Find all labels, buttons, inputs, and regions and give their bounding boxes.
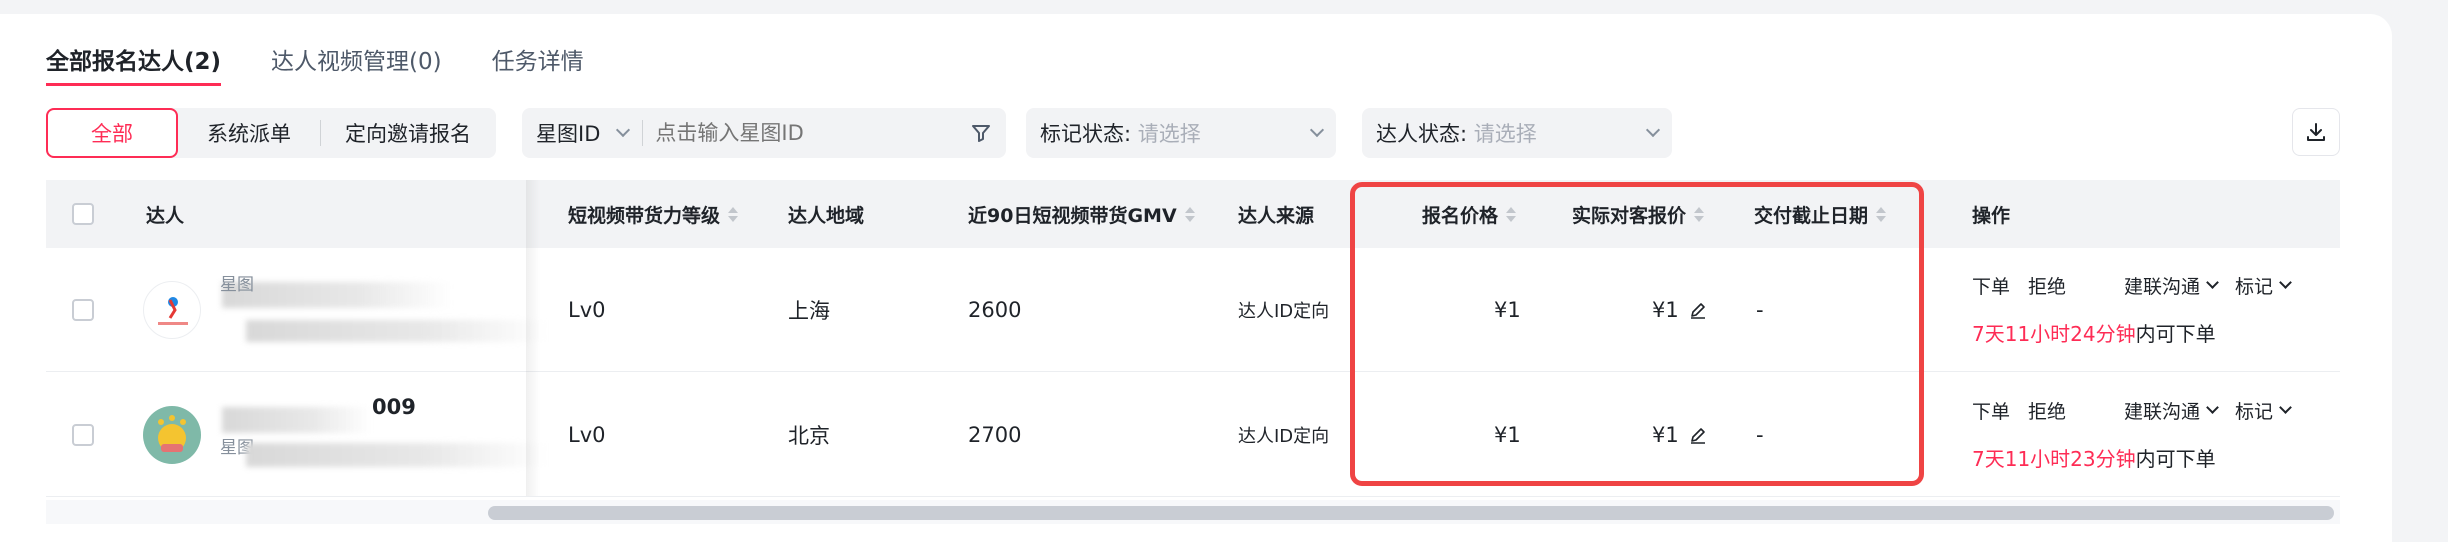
price-columns-highlight — [1350, 182, 1924, 486]
col-region: 达人地域 — [788, 204, 865, 227]
gmv-value: 2700 — [968, 422, 1022, 447]
filter-icon[interactable] — [970, 122, 992, 144]
mark-status-placeholder: 请选择 — [1137, 122, 1201, 146]
creator-status-select[interactable]: 达人状态: 请选择 — [1362, 108, 1672, 158]
row-checkbox[interactable] — [72, 423, 94, 446]
order-button[interactable]: 下单 — [1972, 397, 2010, 424]
tab-all-creators[interactable]: 全部报名达人(2) — [46, 42, 222, 86]
chevron-down-icon — [2206, 276, 2219, 289]
col-creator: 达人 — [146, 204, 185, 227]
chevron-down-icon — [1309, 122, 1325, 138]
order-deadline-note: 7天11小时24分钟 内可下单 — [1972, 318, 2216, 347]
creator-name-suffix: 009 — [372, 395, 416, 419]
redacted-name — [222, 407, 372, 433]
redacted-id — [246, 320, 546, 342]
segment-system-dispatch[interactable]: 系统派单 — [178, 108, 320, 158]
region-value: 上海 — [788, 298, 830, 323]
level-value: Lv0 — [568, 297, 606, 322]
countdown-text: 7天11小时24分钟 — [1972, 322, 2136, 346]
table-row: 星图 Lv0 上海 2600 达人ID定向 ¥1 ¥1 - 下单 拒绝 建联沟通… — [46, 248, 2340, 372]
sort-icon — [1184, 206, 1195, 222]
col-source: 达人来源 — [1238, 204, 1315, 227]
horizontal-scrollbar[interactable] — [46, 500, 2340, 524]
creator-status-label: 达人状态: — [1376, 122, 1468, 146]
source-value: 达人ID定向 — [1238, 300, 1330, 322]
mark-dropdown[interactable]: 标记 — [2235, 272, 2292, 299]
creator-status-placeholder: 请选择 — [1473, 122, 1537, 146]
tab-video-management[interactable]: 达人视频管理(0) — [271, 42, 442, 86]
col-level[interactable]: 短视频带货力等级 — [568, 180, 739, 248]
segment-targeted-invite[interactable]: 定向邀请报名 — [321, 108, 495, 158]
row-checkbox[interactable] — [72, 298, 94, 321]
redacted-name — [222, 282, 452, 308]
row-actions: 下单 拒绝 建联沟通 标记 — [1972, 397, 2292, 424]
table-row: 009 星图 Lv0 北京 2700 达人ID定向 ¥1 ¥1 - 下单 拒绝 … — [46, 373, 2340, 497]
countdown-suffix: 内可下单 — [2135, 322, 2216, 346]
col-level-label: 短视频带货力等级 — [568, 204, 721, 227]
scrollbar-thumb[interactable] — [488, 506, 2334, 520]
countdown-text: 7天11小时23分钟 — [1972, 447, 2136, 471]
mark-status-label: 标记状态: — [1040, 122, 1132, 146]
region-value: 北京 — [788, 423, 830, 448]
download-button[interactable] — [2292, 108, 2340, 156]
avatar[interactable] — [143, 281, 201, 339]
creator-id-prefix: 星图 — [220, 275, 254, 295]
col-gmv[interactable]: 近90日短视频带货GMV — [968, 180, 1195, 248]
segment-all[interactable]: 全部 — [46, 108, 178, 158]
reject-button[interactable]: 拒绝 — [2028, 272, 2066, 299]
table-header: 达人 短视频带货力等级 达人地域 近90日短视频带货GMV 达人来源 报名价格 … — [46, 180, 2340, 248]
col-actions: 操作 — [1972, 204, 2011, 227]
chevron-down-icon — [616, 122, 631, 138]
mark-status-select[interactable]: 标记状态: 请选择 — [1026, 108, 1336, 158]
id-type-select[interactable]: 星图ID — [522, 120, 644, 146]
avatar[interactable] — [143, 406, 201, 464]
order-deadline-note: 7天11小时23分钟 内可下单 — [1972, 443, 2216, 472]
id-type-value: 星图ID — [536, 122, 601, 146]
source-value: 达人ID定向 — [1238, 425, 1330, 447]
chevron-down-icon — [2206, 401, 2219, 414]
source-segment-control: 全部 系统派单 定向邀请报名 — [46, 108, 496, 158]
order-button[interactable]: 下单 — [1972, 272, 2010, 299]
contact-dropdown[interactable]: 建联沟通 — [2124, 272, 2219, 299]
tab-bar: 全部报名达人(2) 达人视频管理(0) 任务详情 — [46, 42, 584, 90]
chevron-down-icon — [2279, 276, 2292, 289]
chevron-down-icon — [1645, 122, 1661, 138]
col-gmv-label: 近90日短视频带货GMV — [968, 204, 1177, 227]
download-icon — [2307, 123, 2325, 141]
id-search-input[interactable] — [643, 121, 970, 145]
tab-task-details[interactable]: 任务详情 — [492, 42, 584, 86]
row-actions: 下单 拒绝 建联沟通 标记 — [1972, 272, 2292, 299]
fixed-column-shadow — [526, 180, 540, 496]
select-all-checkbox[interactable] — [72, 203, 94, 225]
sort-icon — [728, 206, 739, 222]
mark-dropdown[interactable]: 标记 — [2235, 397, 2292, 424]
gmv-value: 2600 — [968, 297, 1022, 322]
contact-dropdown[interactable]: 建联沟通 — [2124, 397, 2219, 424]
countdown-suffix: 内可下单 — [2135, 447, 2216, 471]
redacted-id — [246, 443, 546, 467]
id-search-filter: 星图ID — [522, 108, 1006, 158]
level-value: Lv0 — [568, 422, 606, 447]
reject-button[interactable]: 拒绝 — [2028, 397, 2066, 424]
chevron-down-icon — [2279, 401, 2292, 414]
